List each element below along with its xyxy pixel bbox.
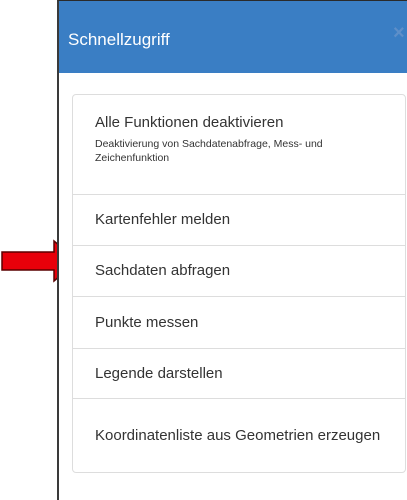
- list-item-label: Koordinatenliste aus Geometrien erzeugen: [95, 426, 381, 444]
- list-item-label: Kartenfehler melden: [95, 211, 231, 228]
- list-item-description: Deaktivierung von Sachdatenabfrage, Mess…: [95, 138, 323, 164]
- list-item-label: Sachdaten abfragen: [95, 262, 231, 279]
- list-item-report-map-error[interactable]: Kartenfehler melden: [73, 194, 405, 245]
- quick-access-list: Alle Funktionen deaktivieren Deaktivieru…: [72, 94, 406, 473]
- panel-header: Schnellzugriff ×: [59, 1, 407, 73]
- list-item-disable-all-functions[interactable]: Alle Funktionen deaktivieren Deaktivieru…: [73, 95, 405, 194]
- list-item-label: Alle Funktionen deaktivieren: [95, 114, 284, 131]
- panel-title: Schnellzugriff: [68, 30, 170, 49]
- list-item-label: Punkte messen: [95, 313, 199, 331]
- close-icon[interactable]: ×: [393, 23, 407, 43]
- list-item-query-attribute-data[interactable]: Sachdaten abfragen: [73, 245, 405, 296]
- list-item-create-coordinate-list[interactable]: Koordinatenliste aus Geometrien erzeugen: [73, 398, 405, 472]
- screenshot-stage: Schnellzugriff × Alle Funktionen deaktiv…: [0, 0, 407, 500]
- list-item-label: Legende darstellen: [95, 364, 223, 382]
- list-item-measure-points[interactable]: Punkte messen: [73, 296, 405, 348]
- quick-access-panel: Schnellzugriff × Alle Funktionen deaktiv…: [57, 0, 407, 500]
- list-item-show-legend[interactable]: Legende darstellen: [73, 348, 405, 398]
